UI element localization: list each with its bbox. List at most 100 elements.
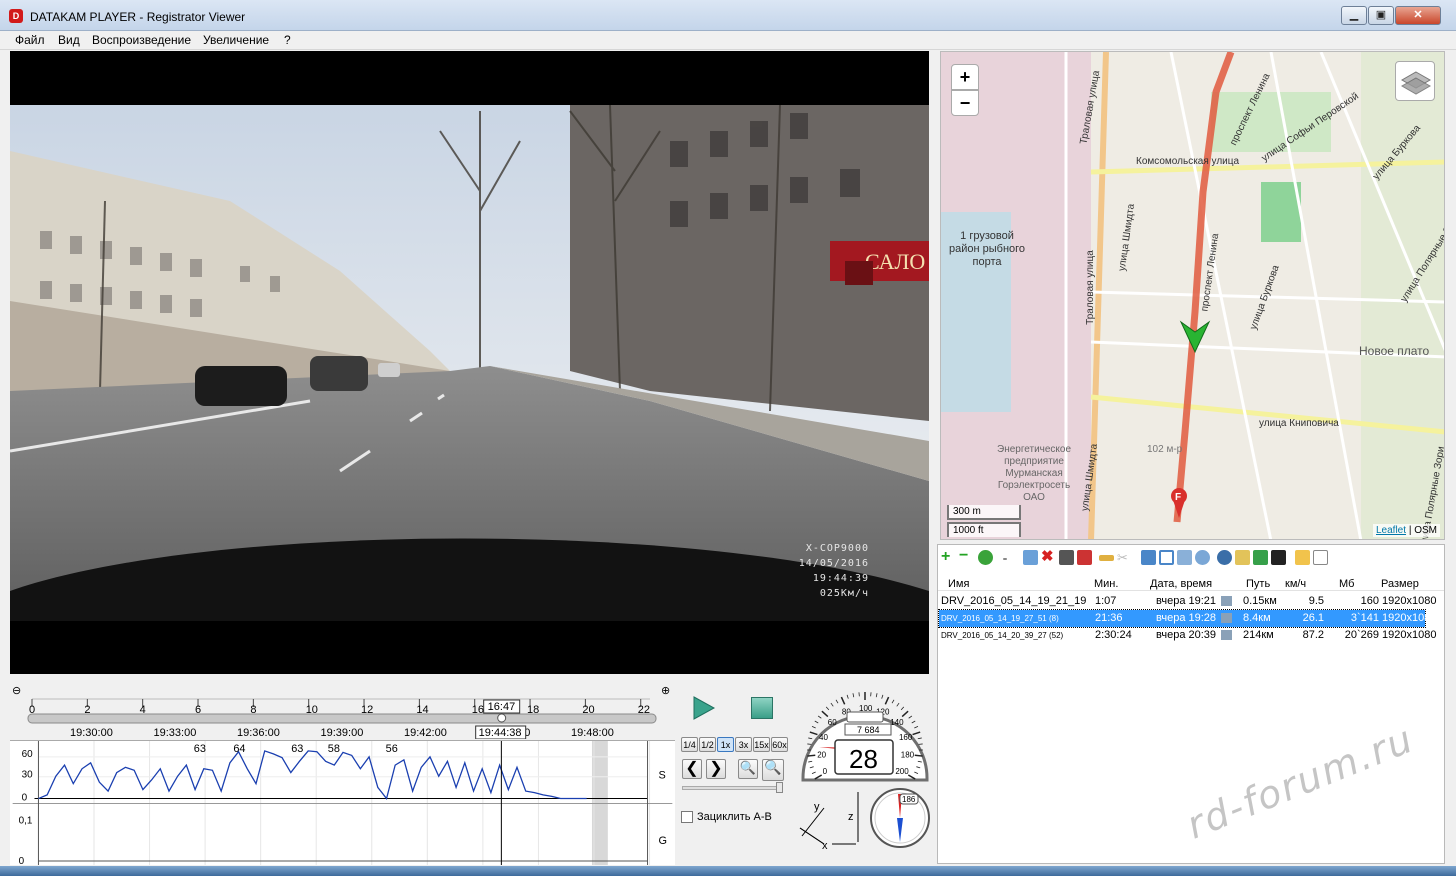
col-kmh[interactable]: км/ч [1285,578,1306,590]
zoom-in-video-button[interactable]: 🔍 [762,759,784,781]
frame-icon[interactable] [1159,550,1174,565]
menu-playback[interactable]: Воспроизведение [92,33,191,47]
map-icon[interactable] [1235,550,1250,565]
speed-series-line [38,750,587,800]
current-clock: 19:44:38 [479,727,522,739]
remove-icon[interactable]: − [959,548,974,565]
osd-speed: 025Км/ч [819,588,869,599]
speedometer-top-box [846,711,884,723]
menu-zoom[interactable]: Увеличение [203,33,269,47]
prev-frame-button[interactable]: ❮ [682,759,702,779]
timeline-zoom-out-icon[interactable]: ⊖ [12,685,21,697]
speedometer-tick [911,720,916,724]
film-icon[interactable] [1271,550,1286,565]
duplicate-icon[interactable] [1177,550,1192,565]
key-icon[interactable] [1099,555,1114,561]
map-label-komsomolskaya: Комсомольская улица [1136,156,1240,167]
file-row[interactable]: DRV_2016_05_14_19_27_51 (8) 21:36 вчера 19… [938,609,1436,628]
gps-track-icon [1221,613,1232,623]
add-icon[interactable]: + [941,549,956,565]
export-icon[interactable] [1141,550,1156,565]
speed-button-0[interactable]: 1/4 [681,737,698,752]
compass-heading: 186 [902,795,916,804]
speedometer-tick [914,754,923,757]
col-date[interactable]: Дата, время [1150,578,1212,590]
next-frame-button[interactable]: ❯ [706,759,726,779]
speedometer-tick [830,702,834,707]
map-view[interactable]: F проспект Ленина Траловая улица Комсомо… [940,51,1445,540]
globe-icon[interactable] [1217,550,1232,565]
menu-file[interactable]: Файл [15,33,45,47]
timeline[interactable]: ⊖ ⊕0 2 4 6 8 10 12 14 16 18 20 2216:4719:30:00 19:33:… [10,683,675,739]
chevron-right-icon: ❯ [709,760,723,777]
col-mb[interactable]: Мб [1339,578,1354,590]
file-row[interactable]: DRV_2016_05_14_20_39_27 (52) 2:30:24 вчера… [939,627,1436,644]
osm-attribution: | OSM [1408,525,1437,536]
clock-tick-label: 19:42:00 [404,727,447,739]
loop-checkbox[interactable] [681,811,693,823]
speedometer-tick [821,710,829,718]
timeline-thumb[interactable] [497,713,507,723]
speed-button-1[interactable]: 1/2 [699,737,716,752]
speedometer-tick-label: 180 [901,750,915,759]
menu-help[interactable]: ? [284,33,291,47]
axis-x-label: x [822,840,828,852]
timeline-track[interactable] [27,713,657,724]
folder-icon[interactable] [1295,550,1310,565]
zoom-out-video-button[interactable]: 🔍 [738,759,758,779]
speed-button-3[interactable]: 3x [735,737,752,752]
odometer-value: 7 684 [857,725,880,735]
map-label-tralovaya-mid: Траловая улица [1084,250,1096,325]
menu-view[interactable]: Вид [58,33,80,47]
volume-slider[interactable] [682,786,782,790]
file-date-cell: вчера 20:39 [1156,629,1217,641]
speed-peak-label: 56 [386,743,398,755]
chevron-left-icon: ❮ [685,760,699,777]
speedometer-tick [852,693,855,698]
save-icon[interactable] [1059,550,1074,565]
maximize-button[interactable]: ▣ [1368,6,1394,25]
g-axis-label: 0,1 [19,815,33,826]
file-name-cell: DRV_2016_05_14_19_21_19 [941,595,1087,607]
map-layers-button[interactable] [1395,61,1435,101]
refresh-icon[interactable] [978,550,993,565]
document-icon[interactable] [1313,550,1328,565]
clock-tick-label: 19:48:00 [571,727,614,739]
file-kmh-cell: 9.5 [1308,595,1324,607]
osd-model: X-COP9000 [805,543,869,554]
file-date-cell: вчера 19:21 [1156,595,1217,607]
play-button[interactable] [692,695,716,724]
map-label-energ: Энергетическое предприятие Мурманская Го… [997,444,1072,503]
col-min[interactable]: Мин. [1094,578,1118,590]
file-row[interactable]: DRV_2016_05_14_19_21_19 1:07 вчера 19:21 0.… [939,593,1436,610]
speed-axis-label: 0 [22,793,28,804]
speed-button-5[interactable]: 60x [771,737,788,752]
minimize-button[interactable]: ▁ [1341,6,1367,25]
magnifier-minus-icon: 🔍 [739,760,757,775]
stop-button[interactable] [751,697,773,719]
speed-series-label: S [658,770,665,782]
camera-icon[interactable] [1077,550,1092,565]
file-size-cell: 1920x1080 [1382,595,1437,607]
close-button[interactable]: ✕ [1395,6,1441,25]
image-icon[interactable] [1253,550,1268,565]
speed-button-4[interactable]: 15x [753,737,770,752]
copy-icon[interactable] [1023,550,1038,565]
delete-icon[interactable]: ✖ [1041,549,1056,565]
telemetry-graph[interactable]: 60 30 0 0,1 0 S G 63 64 63 58 56 [10,740,675,865]
video-player[interactable]: САЛО X-COP9000 14/05/2016 19:44:39 025Км… [10,51,929,674]
link-icon[interactable] [1195,550,1210,565]
col-size[interactable]: Размер [1381,578,1419,590]
speedometer-tick-label: 20 [817,750,826,759]
file-name-cell: DRV_2016_05_14_20_39_27 (52) [941,631,1064,640]
timeline-zoom-in-icon[interactable]: ⊕ [661,685,670,697]
leaflet-link[interactable]: Leaflet [1376,525,1406,536]
speedometer-tick-label: 200 [895,767,909,776]
map-zoom-in-button[interactable]: + [951,64,979,90]
volume-slider-thumb[interactable] [776,782,783,793]
map-zoom-out-button[interactable]: − [951,90,979,116]
col-path[interactable]: Путь [1246,578,1270,590]
col-name[interactable]: Имя [948,578,969,590]
speed-button-2[interactable]: 1x [717,737,734,752]
speedometer-tick [912,731,921,736]
